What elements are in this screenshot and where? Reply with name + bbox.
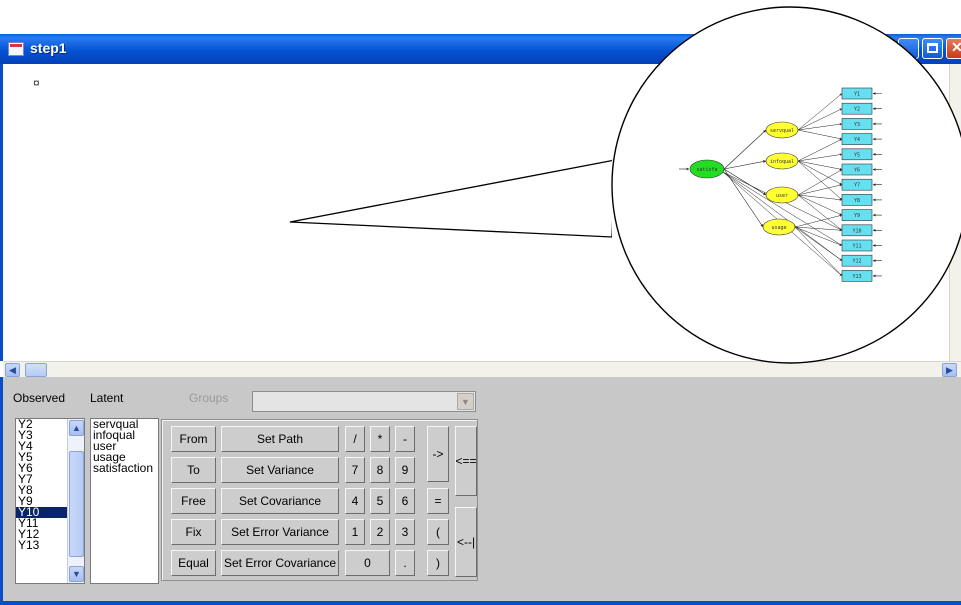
indicator-node-label: Y10 bbox=[852, 228, 861, 234]
indicator-node-label: Y12 bbox=[852, 259, 861, 265]
indicator-node-label: Y13 bbox=[852, 274, 861, 280]
magnifier-callout: satisfa servqual infoqual user usage Y1 Y2 Y3 Y4… bbox=[289, 6, 961, 364]
indicator-node-label: Y2 bbox=[854, 107, 860, 113]
indicator-node-label: Y8 bbox=[854, 198, 860, 204]
indicator-node-label: Y4 bbox=[854, 137, 860, 143]
latent-node-label: user bbox=[776, 193, 788, 199]
latent-node-label: usage bbox=[771, 225, 786, 231]
indicator-node-label: Y11 bbox=[852, 244, 861, 250]
latent-node-label: infoqual bbox=[770, 159, 794, 165]
indicator-node-label: Y5 bbox=[854, 152, 860, 158]
indicator-node-label: Y6 bbox=[854, 168, 860, 174]
callout-pointer bbox=[289, 159, 616, 238]
exogenous-node-label: satisfa bbox=[696, 167, 717, 173]
indicator-node-label: Y3 bbox=[854, 122, 860, 128]
indicator-node-label: Y9 bbox=[854, 213, 860, 219]
indicator-node-label: Y7 bbox=[854, 183, 860, 189]
latent-node-label: servqual bbox=[770, 128, 794, 134]
indicator-node-label: Y1 bbox=[854, 92, 860, 98]
magnifier-lens bbox=[612, 7, 961, 363]
